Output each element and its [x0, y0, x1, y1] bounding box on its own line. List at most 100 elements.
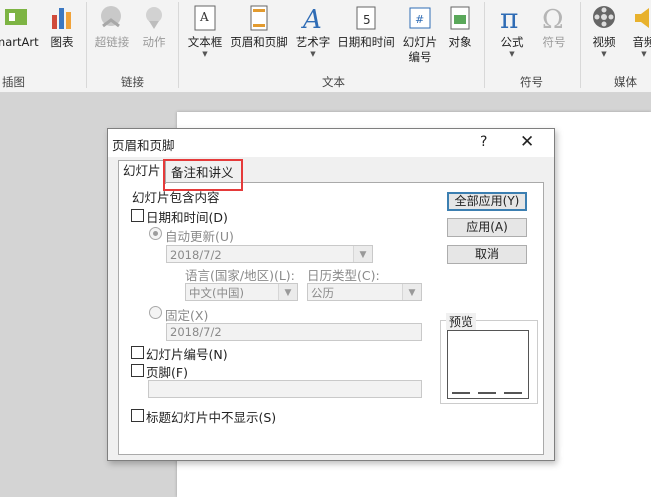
slide-number-button[interactable]: # 幻灯片 编号	[400, 0, 440, 70]
auto-update-date-value: 2018/7/2	[170, 248, 222, 262]
equation-label: 公式	[500, 35, 524, 49]
chevron-down-icon: ▼	[202, 50, 208, 58]
slide-number-label: 幻灯片编号(N)	[146, 347, 228, 362]
action-label: 动作	[142, 35, 166, 49]
calendar-type-label: 日历类型(C):	[307, 268, 380, 283]
preview-thumbnail	[447, 330, 529, 399]
date-time-label: 日期和时间	[337, 35, 395, 49]
group-media: 媒体	[614, 75, 637, 89]
group-symbols: 符号	[520, 75, 543, 89]
dialog-title: 页眉和页脚	[112, 138, 175, 153]
preview-label: 预览	[446, 313, 477, 330]
chevron-down-icon: ▼	[353, 246, 372, 262]
textbox-label: 文本框	[187, 35, 223, 49]
action-icon	[146, 7, 162, 29]
tab-slides[interactable]: 幻灯片	[118, 160, 166, 184]
hyperlink-label: 超链接	[94, 35, 130, 49]
apply-all-button[interactable]: 全部应用(Y)	[447, 192, 527, 211]
bar-chart-icon	[52, 8, 71, 29]
svg-text:5: 5	[363, 13, 371, 27]
chevron-down-icon: ▼	[509, 50, 515, 58]
ribbon-separator	[484, 2, 485, 88]
watermark-icon: S	[561, 441, 583, 463]
svg-text:π: π	[500, 3, 518, 33]
omega-icon: Ω	[542, 5, 564, 33]
group-links: 链接	[121, 75, 144, 89]
dialog-titlebar[interactable]: 页眉和页脚 ? ✕	[108, 129, 554, 157]
header-footer-icon	[250, 5, 268, 31]
language-select[interactable]: 中文(中国) ▼	[185, 283, 298, 301]
smartart-button[interactable]: martArt	[0, 0, 39, 70]
header-footer-label: 页眉和页脚	[230, 35, 288, 49]
close-button[interactable]: ✕	[520, 132, 534, 152]
fixed-date-value: 2018/7/2	[170, 325, 222, 339]
dont-show-title-checkbox[interactable]	[131, 409, 144, 422]
hyperlink-button[interactable]: 超链接	[92, 0, 132, 70]
ribbon-separator	[178, 2, 179, 88]
smartart-label: martArt	[0, 35, 39, 49]
footer-label: 页脚(F)	[146, 365, 188, 380]
chevron-down-icon: ▼	[402, 284, 421, 300]
object-button[interactable]: 对象	[444, 0, 476, 70]
speaker-icon	[635, 8, 649, 28]
textbox-button[interactable]: A 文本框 ▼	[184, 0, 226, 70]
footer-input[interactable]	[148, 380, 422, 398]
group-illustrations: 插图	[2, 75, 25, 89]
svg-text:S: S	[567, 446, 575, 460]
film-reel-icon	[593, 6, 615, 28]
chevron-down-icon: ▼	[278, 284, 297, 300]
chevron-down-icon: ▼	[310, 50, 316, 58]
date-time-label: 日期和时间(D)	[146, 210, 228, 225]
svg-text:#: #	[415, 13, 424, 26]
ribbon-separator	[580, 2, 581, 88]
language-value: 中文(中国)	[189, 286, 244, 300]
svg-text:Ω: Ω	[542, 5, 564, 33]
header-footer-button[interactable]: 页眉和页脚	[228, 0, 290, 70]
symbol-button[interactable]: Ω 符号	[536, 0, 572, 70]
auto-update-label: 自动更新(U)	[165, 229, 234, 244]
video-label: 视频	[592, 35, 616, 49]
chevron-down-icon: ▼	[641, 50, 647, 58]
audio-label: 音频	[632, 35, 651, 49]
video-button[interactable]: 视频 ▼	[586, 0, 622, 70]
object-label: 对象	[448, 35, 472, 49]
watermark-logo: S	[560, 440, 648, 464]
calendar-type-select[interactable]: 公历 ▼	[307, 283, 422, 301]
slide-number-checkbox[interactable]	[131, 346, 144, 359]
fixed-date-input[interactable]: 2018/7/2	[166, 323, 422, 341]
wordart-icon: A	[301, 5, 322, 33]
chart-button[interactable]: 图表	[46, 0, 78, 70]
textbox-icon: A	[194, 5, 216, 31]
wordart-button[interactable]: A 艺术字 ▼	[294, 0, 332, 70]
action-button[interactable]: 动作	[138, 0, 170, 70]
auto-update-radio[interactable]	[149, 227, 162, 240]
object-icon	[450, 6, 470, 30]
date-time-checkbox[interactable]	[131, 209, 144, 222]
ribbon: martArt 图表 超链接 动作 A 文本框 ▼ 页眉和页脚 A 艺术字 ▼ …	[0, 0, 651, 93]
smartart-icon	[5, 9, 27, 25]
date-time-button[interactable]: 5 日期和时间	[334, 0, 398, 70]
fixed-label: 固定(X)	[165, 308, 209, 323]
audio-button[interactable]: 音频 ▼	[628, 0, 651, 70]
cancel-button[interactable]: 取消	[447, 245, 527, 264]
equation-button[interactable]: π 公式 ▼	[494, 0, 530, 70]
calendar-type-value: 公历	[311, 286, 334, 300]
dont-show-title-label: 标题幻灯片中不显示(S)	[146, 410, 277, 425]
help-button[interactable]: ?	[480, 134, 487, 150]
auto-update-date-select[interactable]: 2018/7/2 ▼	[166, 245, 373, 263]
preview-footer-placeholder	[478, 392, 496, 394]
calendar-icon: 5	[356, 6, 376, 30]
preview-date-placeholder	[452, 392, 470, 394]
globe-link-icon	[101, 6, 121, 28]
section-title: 幻灯片包含内容	[132, 190, 220, 205]
fixed-radio[interactable]	[149, 306, 162, 319]
slide-number-label: 幻灯片 编号	[402, 35, 438, 64]
symbol-label: 符号	[542, 35, 566, 49]
apply-button[interactable]: 应用(A)	[447, 218, 527, 237]
svg-text:A: A	[199, 10, 209, 24]
pi-icon: π	[500, 3, 518, 33]
chart-label: 图表	[50, 35, 74, 49]
footer-checkbox[interactable]	[131, 364, 144, 377]
language-label: 语言(国家/地区)(L):	[185, 268, 295, 283]
slide-number-icon: #	[409, 7, 431, 29]
